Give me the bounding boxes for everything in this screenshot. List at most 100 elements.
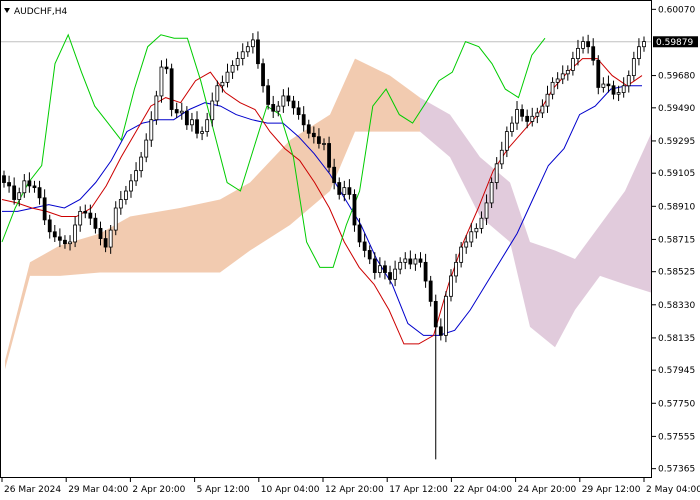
triangle-down-icon bbox=[4, 8, 10, 13]
y-tick-label: 0.57555 bbox=[658, 432, 695, 442]
candle-body bbox=[98, 227, 103, 239]
candle-body bbox=[510, 122, 514, 132]
candle-body bbox=[428, 280, 433, 302]
candle-body bbox=[83, 211, 88, 214]
price-axis: 0.60070 0.59680 0.59490 0.59295 0.59105 0.589… bbox=[652, 5, 695, 475]
candle-body bbox=[576, 47, 580, 59]
candle-body bbox=[596, 59, 601, 88]
candle-body bbox=[591, 46, 596, 61]
candle-body bbox=[311, 132, 316, 138]
candle-body bbox=[37, 187, 42, 199]
candle-body bbox=[154, 95, 159, 121]
candle-body bbox=[520, 109, 524, 117]
y-tick-label: 0.58330 bbox=[658, 301, 695, 311]
candle-body bbox=[139, 156, 144, 172]
candle-body bbox=[250, 39, 255, 48]
candle-body bbox=[621, 85, 626, 93]
candle-body bbox=[545, 93, 550, 107]
symbol-label: AUDCHF,H4 bbox=[14, 7, 68, 17]
candle-body bbox=[362, 241, 367, 251]
candle-body bbox=[464, 241, 469, 248]
candle-body bbox=[32, 185, 37, 189]
x-tick-label: 5 Apr 12:00 bbox=[197, 485, 250, 495]
x-tick-label: 2 May 04:00 bbox=[646, 485, 700, 495]
candle-body bbox=[555, 78, 560, 83]
candle-body bbox=[383, 265, 387, 273]
candle-body bbox=[266, 85, 271, 105]
candle-body bbox=[408, 258, 413, 265]
candle-body bbox=[2, 175, 6, 183]
x-tick-label: 24 Apr 20:00 bbox=[518, 485, 577, 495]
candle-body bbox=[129, 180, 133, 192]
candle-body bbox=[474, 227, 479, 233]
y-tick-label: 0.58525 bbox=[658, 268, 695, 278]
candle-body bbox=[27, 180, 32, 187]
candle-body bbox=[245, 46, 250, 53]
candle-body bbox=[367, 250, 372, 260]
candle-body bbox=[342, 187, 347, 195]
candle-body bbox=[286, 95, 291, 102]
candle-body bbox=[68, 241, 72, 245]
candle-body bbox=[438, 326, 443, 336]
x-tick-label: 17 Apr 12:00 bbox=[389, 485, 448, 495]
candle-body bbox=[124, 190, 128, 200]
candle-body bbox=[570, 58, 575, 71]
candle-body bbox=[57, 236, 62, 241]
candle-body bbox=[230, 64, 235, 73]
candle-body bbox=[235, 58, 240, 66]
candle-body bbox=[347, 187, 352, 195]
candle-body bbox=[388, 272, 392, 280]
candle-body bbox=[611, 85, 616, 95]
current-price-tag: 0.59879 bbox=[653, 36, 698, 48]
candle-body bbox=[296, 107, 301, 116]
candle-body bbox=[418, 258, 423, 263]
candle-body bbox=[200, 131, 204, 134]
candle-body bbox=[327, 143, 331, 168]
candle-body bbox=[88, 212, 93, 219]
candle-body bbox=[525, 115, 530, 122]
candle-body bbox=[377, 265, 382, 273]
candle-body bbox=[637, 46, 641, 59]
candle-body bbox=[317, 136, 321, 144]
candle-body bbox=[504, 131, 509, 151]
candle-body bbox=[134, 170, 138, 182]
candle-body bbox=[560, 73, 565, 80]
candle-body bbox=[174, 109, 179, 114]
candle-body bbox=[586, 41, 591, 48]
candle-body bbox=[225, 71, 230, 83]
current-price-label: 0.59879 bbox=[656, 38, 693, 48]
symbol-selector[interactable]: AUDCHF,H4 bbox=[4, 7, 68, 17]
kumo-bearish-band bbox=[420, 97, 652, 348]
candle-body bbox=[291, 100, 296, 109]
candle-body bbox=[444, 295, 448, 336]
candle-body bbox=[372, 258, 377, 273]
candle-body bbox=[606, 83, 611, 87]
candle-body bbox=[73, 224, 78, 243]
candle-body bbox=[626, 75, 631, 87]
candle-body bbox=[144, 139, 149, 158]
candle-body bbox=[22, 180, 27, 194]
candle-body bbox=[179, 110, 184, 114]
candle-body bbox=[93, 217, 98, 229]
candle-body bbox=[164, 66, 169, 70]
candle-body bbox=[565, 70, 570, 75]
candle-body bbox=[403, 258, 408, 263]
candle-body bbox=[103, 238, 108, 248]
candle-body bbox=[469, 231, 474, 243]
candle-body bbox=[484, 202, 489, 219]
candle-body bbox=[220, 81, 225, 87]
candle-body bbox=[52, 231, 57, 238]
candle-body bbox=[240, 51, 245, 59]
candle-body bbox=[454, 261, 458, 277]
candle-body bbox=[357, 224, 362, 243]
y-tick-label: 0.60070 bbox=[658, 5, 695, 15]
candle-body bbox=[494, 163, 499, 183]
y-tick-label: 0.57945 bbox=[658, 366, 695, 376]
x-tick-label: 26 Mar 2024 bbox=[4, 485, 61, 495]
x-tick-label: 29 Apr 12:00 bbox=[582, 485, 641, 495]
candle-body bbox=[261, 63, 265, 87]
candle-body bbox=[108, 229, 113, 248]
candle-body bbox=[459, 246, 464, 263]
candle-body bbox=[479, 217, 484, 229]
y-tick-label: 0.59105 bbox=[658, 169, 695, 179]
